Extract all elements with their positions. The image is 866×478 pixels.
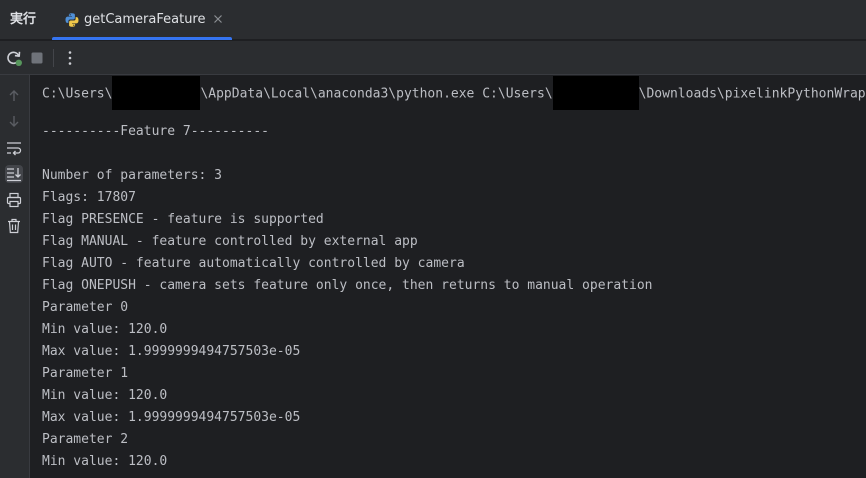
command-part: \AppData\Local\anaconda3\python.exe C:\U… [200,86,553,102]
tab-getcamerafeature[interactable]: getCameraFeature [52,0,232,40]
trash-icon[interactable] [5,217,23,235]
tab-label: getCameraFeature [84,12,206,27]
python-icon [65,13,79,27]
console-line: Max value: 1.9999999494757503e-05 [42,344,301,359]
toolbar-separator [53,49,54,67]
active-tab-indicator [52,37,232,40]
console-line: Min value: 120.0 [42,388,168,403]
command-line: C:\Users\ \AppData\Local\anaconda3\python… [42,76,866,110]
scroll-to-end-icon[interactable] [5,165,23,183]
run-tool-window: 実行 getCameraFeature C:\Users\ \AppData\L… [0,0,866,478]
console-line: Number of parameters: 3 [42,168,223,183]
console-output[interactable]: C:\Users\ \AppData\Local\anaconda3\python… [30,75,866,478]
print-icon[interactable] [5,191,23,209]
console-line: Parameter 1 [42,366,129,381]
console-line: Min value: 120.0 [42,454,168,469]
console-line: Parameter 0 [42,300,129,315]
close-icon[interactable] [211,12,225,26]
console-line: Flag AUTO - feature automatically contro… [42,256,465,271]
console-line: Parameter 2 [42,432,129,447]
console-line: Flags: 17807 [42,190,136,205]
console-line: ----------Feature 7---------- [42,124,269,139]
console-line: Flag PRESENCE - feature is supported [42,212,324,227]
redacted-username [112,76,201,110]
console-line: Flag MANUAL - feature controlled by exte… [42,234,418,249]
console-line: Flag ONEPUSH - camera sets feature only … [42,278,653,293]
console-lines: C:\Users\ \AppData\Local\anaconda3\python… [42,76,866,473]
down-arrow-icon[interactable] [5,112,23,130]
console-side-toolbar [0,75,30,478]
redacted-username [552,76,639,110]
tool-window-title: 実行 [10,12,37,27]
tool-window-header: 実行 getCameraFeature [0,0,866,40]
command-part: C:\Users\ [42,86,113,102]
soft-wrap-icon[interactable] [5,139,23,157]
up-arrow-icon[interactable] [5,87,23,105]
command-part: \Downloads\pixelinkPythonWrap [638,86,866,102]
stop-icon[interactable] [27,48,47,68]
rerun-icon[interactable] [4,48,24,68]
console-line: Max value: 1.9999999494757503e-05 [42,410,301,425]
run-toolbar [0,41,866,75]
console-line: Min value: 120.0 [42,322,168,337]
more-options-icon[interactable] [60,48,80,68]
